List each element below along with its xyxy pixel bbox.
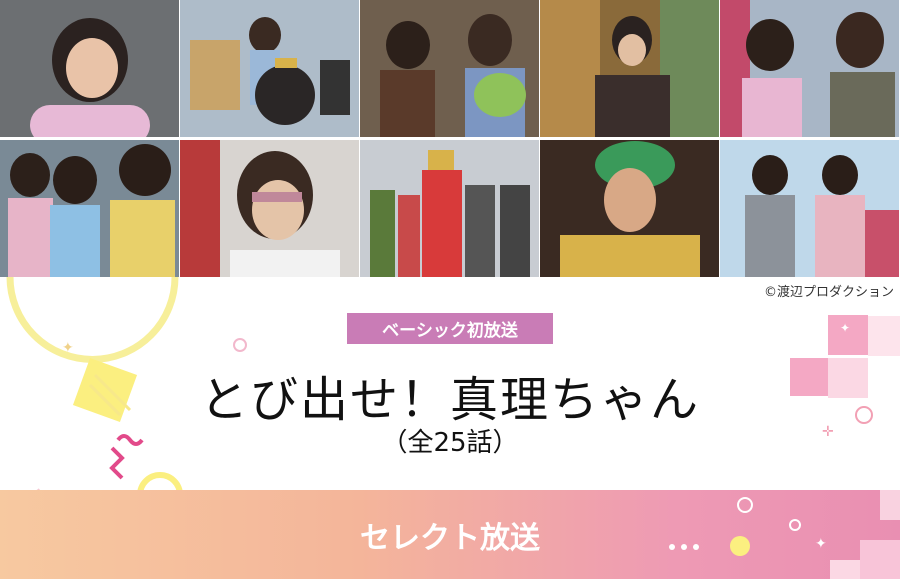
photo-trio-singers bbox=[0, 140, 179, 277]
premiere-badge: ベーシック初放送 bbox=[347, 313, 553, 344]
photo-puppets-crown bbox=[180, 0, 359, 137]
photo-man-sunglasses bbox=[180, 140, 359, 277]
photo-duo-singing-stage bbox=[720, 140, 899, 277]
svg-text:✦: ✦ bbox=[840, 321, 850, 335]
photo-duo-pink-blue bbox=[720, 0, 899, 137]
photo-couple-stage bbox=[360, 0, 539, 137]
photo-royal-court bbox=[360, 140, 539, 277]
select-broadcast-label: セレクト放送 bbox=[360, 521, 540, 556]
svg-text:✦: ✦ bbox=[62, 340, 74, 356]
photo-singer-pink-dress bbox=[0, 0, 179, 137]
photo-grid bbox=[0, 0, 900, 277]
copyright-notice: ©渡辺プロダクション bbox=[763, 285, 894, 300]
photo-man-green-hat bbox=[540, 140, 719, 277]
episode-count: （全25話） bbox=[381, 428, 519, 458]
photo-singer-stained-glass bbox=[540, 0, 719, 137]
program-title: とび出せ！真理ちゃん bbox=[199, 372, 700, 428]
